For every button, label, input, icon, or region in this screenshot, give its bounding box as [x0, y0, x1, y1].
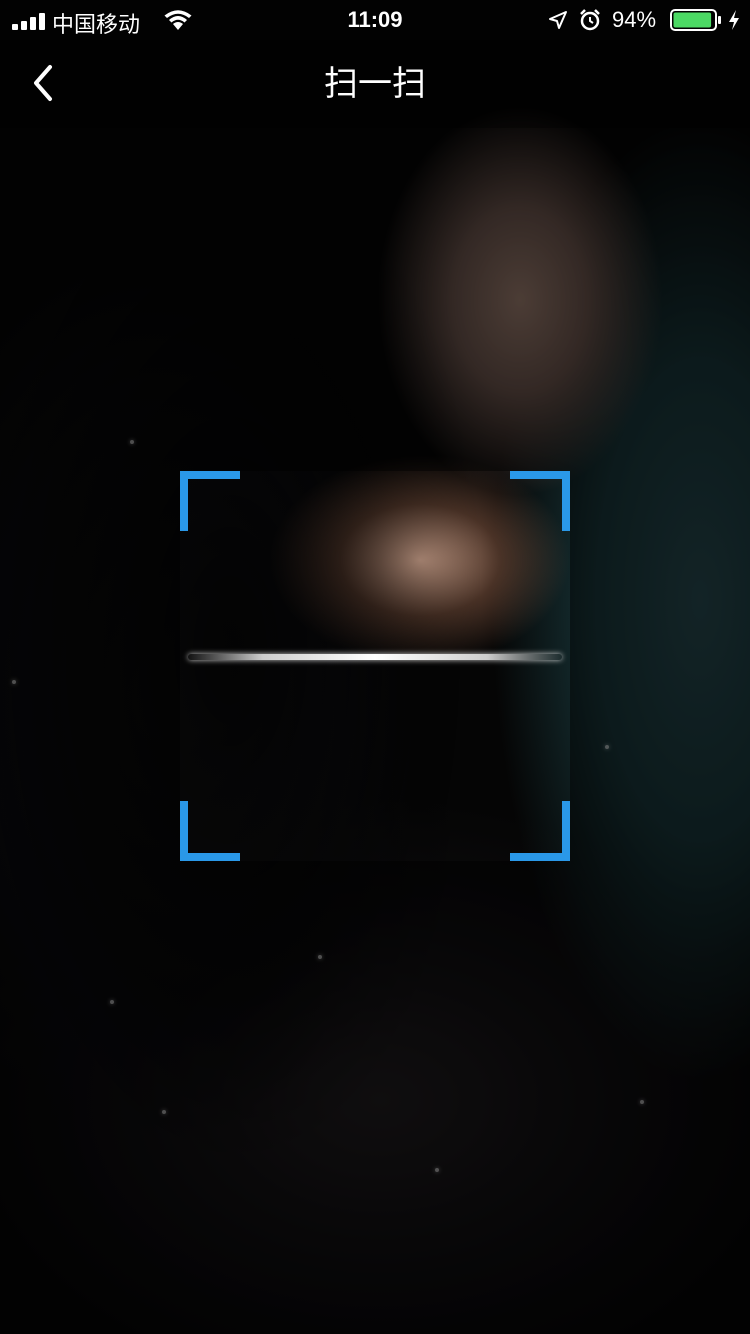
chevron-left-icon	[34, 65, 52, 101]
battery-percent: 94%	[612, 7, 657, 32]
scan-corner-bottom-right	[510, 801, 570, 861]
page-title: 扫一扫	[324, 65, 426, 103]
scan-frame	[180, 471, 570, 861]
scan-corner-top-left	[180, 471, 240, 531]
battery-icon	[670, 9, 721, 31]
scan-corner-top-right	[510, 471, 570, 531]
nav-bar: 扫一扫	[0, 40, 750, 128]
location-icon	[549, 11, 567, 29]
scan-screen: 中国移动 11:09 94% 扫一扫	[0, 0, 750, 1334]
charging-icon	[729, 10, 739, 30]
scan-mask-bottom	[0, 861, 750, 1334]
scan-corner-bottom-left	[180, 801, 240, 861]
alarm-icon	[580, 9, 600, 31]
scan-line	[188, 654, 562, 660]
status-bar: 中国移动 11:09 94%	[0, 0, 750, 40]
back-button[interactable]	[18, 58, 68, 108]
scan-mask-right	[570, 471, 750, 861]
scan-mask-left	[0, 471, 180, 861]
